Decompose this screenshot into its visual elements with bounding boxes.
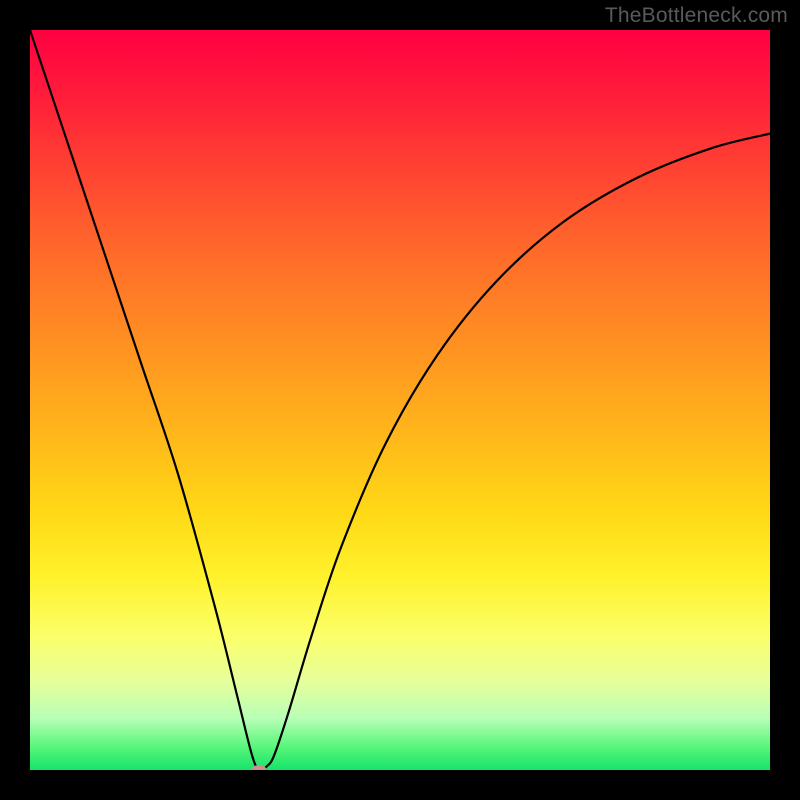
bottleneck-curve — [30, 30, 770, 770]
chart-frame: TheBottleneck.com — [0, 0, 800, 800]
optimal-point-marker — [252, 765, 267, 770]
watermark-text: TheBottleneck.com — [605, 4, 788, 28]
plot-area — [30, 30, 770, 770]
